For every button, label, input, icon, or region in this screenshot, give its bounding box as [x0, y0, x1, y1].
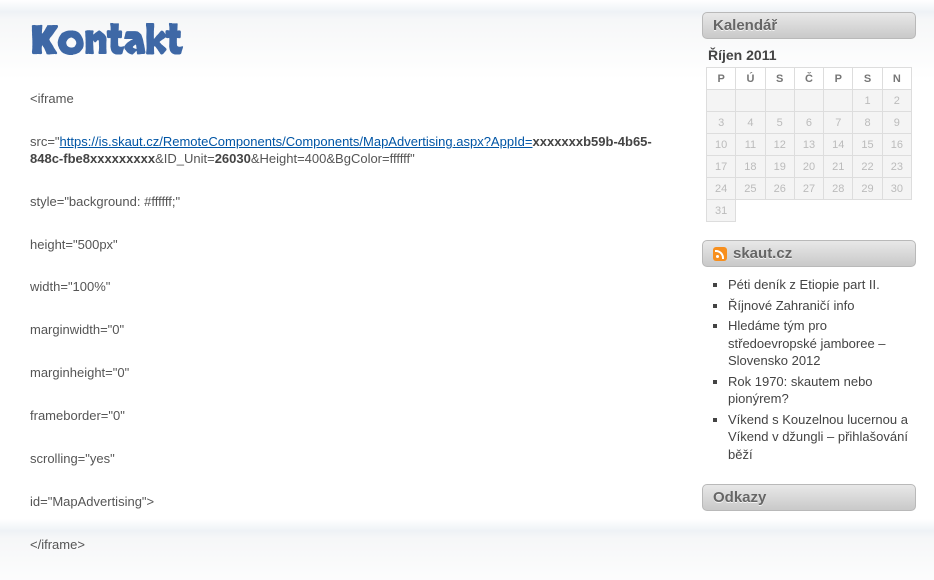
calendar-caption: Říjen 2011 [708, 47, 912, 63]
code-line: src="https://is.skaut.cz/RemoteComponent… [30, 134, 684, 168]
rss-icon [713, 247, 727, 261]
calendar-day[interactable]: 12 [765, 134, 794, 156]
calendar-day[interactable]: 2 [882, 90, 911, 112]
code-line: marginheight="0" [30, 365, 684, 382]
calendar-day [824, 90, 853, 112]
calendar-day[interactable]: 10 [707, 134, 736, 156]
text: &Height=400&BgColor=ffffff" [251, 151, 415, 166]
calendar-day [765, 90, 794, 112]
feed-item[interactable]: Hledáme tým pro středoevropské jamboree … [728, 317, 912, 370]
calendar-day[interactable]: 14 [824, 134, 853, 156]
calendar-day[interactable]: 1 [853, 90, 882, 112]
calendar-day[interactable]: 4 [736, 112, 765, 134]
calendar-day[interactable]: 20 [794, 156, 823, 178]
calendar-day[interactable]: 9 [882, 112, 911, 134]
code-line: marginwidth="0" [30, 322, 684, 339]
calendar-day[interactable]: 17 [707, 156, 736, 178]
iframe-src-link[interactable]: https://is.skaut.cz/RemoteComponents/Com… [60, 134, 533, 149]
feed-widget: skaut.cz Péti deník z Etiopie part II. Ří… [702, 240, 916, 470]
calendar-day[interactable]: 30 [882, 178, 911, 200]
calendar-day[interactable]: 25 [736, 178, 765, 200]
widget-title: Odkazy [702, 484, 916, 511]
calendar-day[interactable]: 13 [794, 134, 823, 156]
links-widget: Odkazy [702, 484, 916, 511]
text: src=" [30, 134, 60, 149]
calendar-day[interactable]: 16 [882, 134, 911, 156]
calendar-day[interactable]: 3 [707, 112, 736, 134]
calendar-day[interactable]: 22 [853, 156, 882, 178]
calendar-table: PÚSČPSN 12345678910111213141516171819202… [706, 67, 912, 222]
calendar-day [882, 200, 911, 222]
feed-item[interactable]: Říjnové Zahraničí info [728, 297, 912, 315]
calendar-day[interactable]: 11 [736, 134, 765, 156]
code-line: frameborder="0" [30, 408, 684, 425]
code-line: id="MapAdvertising"> [30, 494, 684, 511]
calendar-dow: P [824, 68, 853, 90]
calendar-day[interactable]: 15 [853, 134, 882, 156]
calendar-day[interactable]: 27 [794, 178, 823, 200]
calendar-day [765, 200, 794, 222]
calendar-dow: Č [794, 68, 823, 90]
calendar-day[interactable]: 24 [707, 178, 736, 200]
calendar-day[interactable]: 6 [794, 112, 823, 134]
calendar-widget: Kalendář Říjen 2011 PÚSČPSN 123456789101… [702, 12, 916, 226]
calendar-day [853, 200, 882, 222]
code-line: </iframe> [30, 537, 684, 554]
calendar-day [736, 200, 765, 222]
calendar-day [824, 200, 853, 222]
calendar-day[interactable]: 8 [853, 112, 882, 134]
feed-title: skaut.cz [733, 245, 792, 262]
calendar-day [794, 90, 823, 112]
widget-title: Kalendář [702, 12, 916, 39]
calendar-dow: P [707, 68, 736, 90]
calendar-day[interactable]: 23 [882, 156, 911, 178]
code-line: height="500px" [30, 237, 684, 254]
feed-list: Péti deník z Etiopie part II. Říjnové Zah… [706, 276, 912, 463]
calendar-dow: S [765, 68, 794, 90]
calendar-day[interactable]: 29 [853, 178, 882, 200]
feed-item[interactable]: Víkend s Kouzelnou lucernou a Víkend v d… [728, 411, 912, 464]
text: &ID_Unit= [155, 151, 215, 166]
calendar-dow: Ú [736, 68, 765, 90]
page-title: Kontakt [30, 15, 684, 69]
main-content: Kontakt <iframe src="https://is.skaut.cz… [12, 0, 702, 580]
calendar-day [736, 90, 765, 112]
calendar-day[interactable]: 7 [824, 112, 853, 134]
calendar-day[interactable]: 31 [707, 200, 736, 222]
calendar-day [707, 90, 736, 112]
calendar-day[interactable]: 18 [736, 156, 765, 178]
code-line: width="100%" [30, 279, 684, 296]
widget-title: skaut.cz [702, 240, 916, 267]
sidebar: Kalendář Říjen 2011 PÚSČPSN 123456789101… [702, 0, 916, 580]
calendar-dow: S [853, 68, 882, 90]
calendar-day [794, 200, 823, 222]
calendar-day[interactable]: 19 [765, 156, 794, 178]
calendar-day[interactable]: 5 [765, 112, 794, 134]
calendar-day[interactable]: 28 [824, 178, 853, 200]
calendar-day[interactable]: 26 [765, 178, 794, 200]
feed-item[interactable]: Péti deník z Etiopie part II. [728, 276, 912, 294]
code-line: style="background: #ffffff;" [30, 194, 684, 211]
calendar-dow: N [882, 68, 911, 90]
code-line: scrolling="yes" [30, 451, 684, 468]
feed-item[interactable]: Rok 1970: skautem nebo pionýrem? [728, 373, 912, 408]
text-bold: 26030 [215, 151, 251, 166]
code-line: <iframe [30, 91, 684, 108]
calendar-day[interactable]: 21 [824, 156, 853, 178]
